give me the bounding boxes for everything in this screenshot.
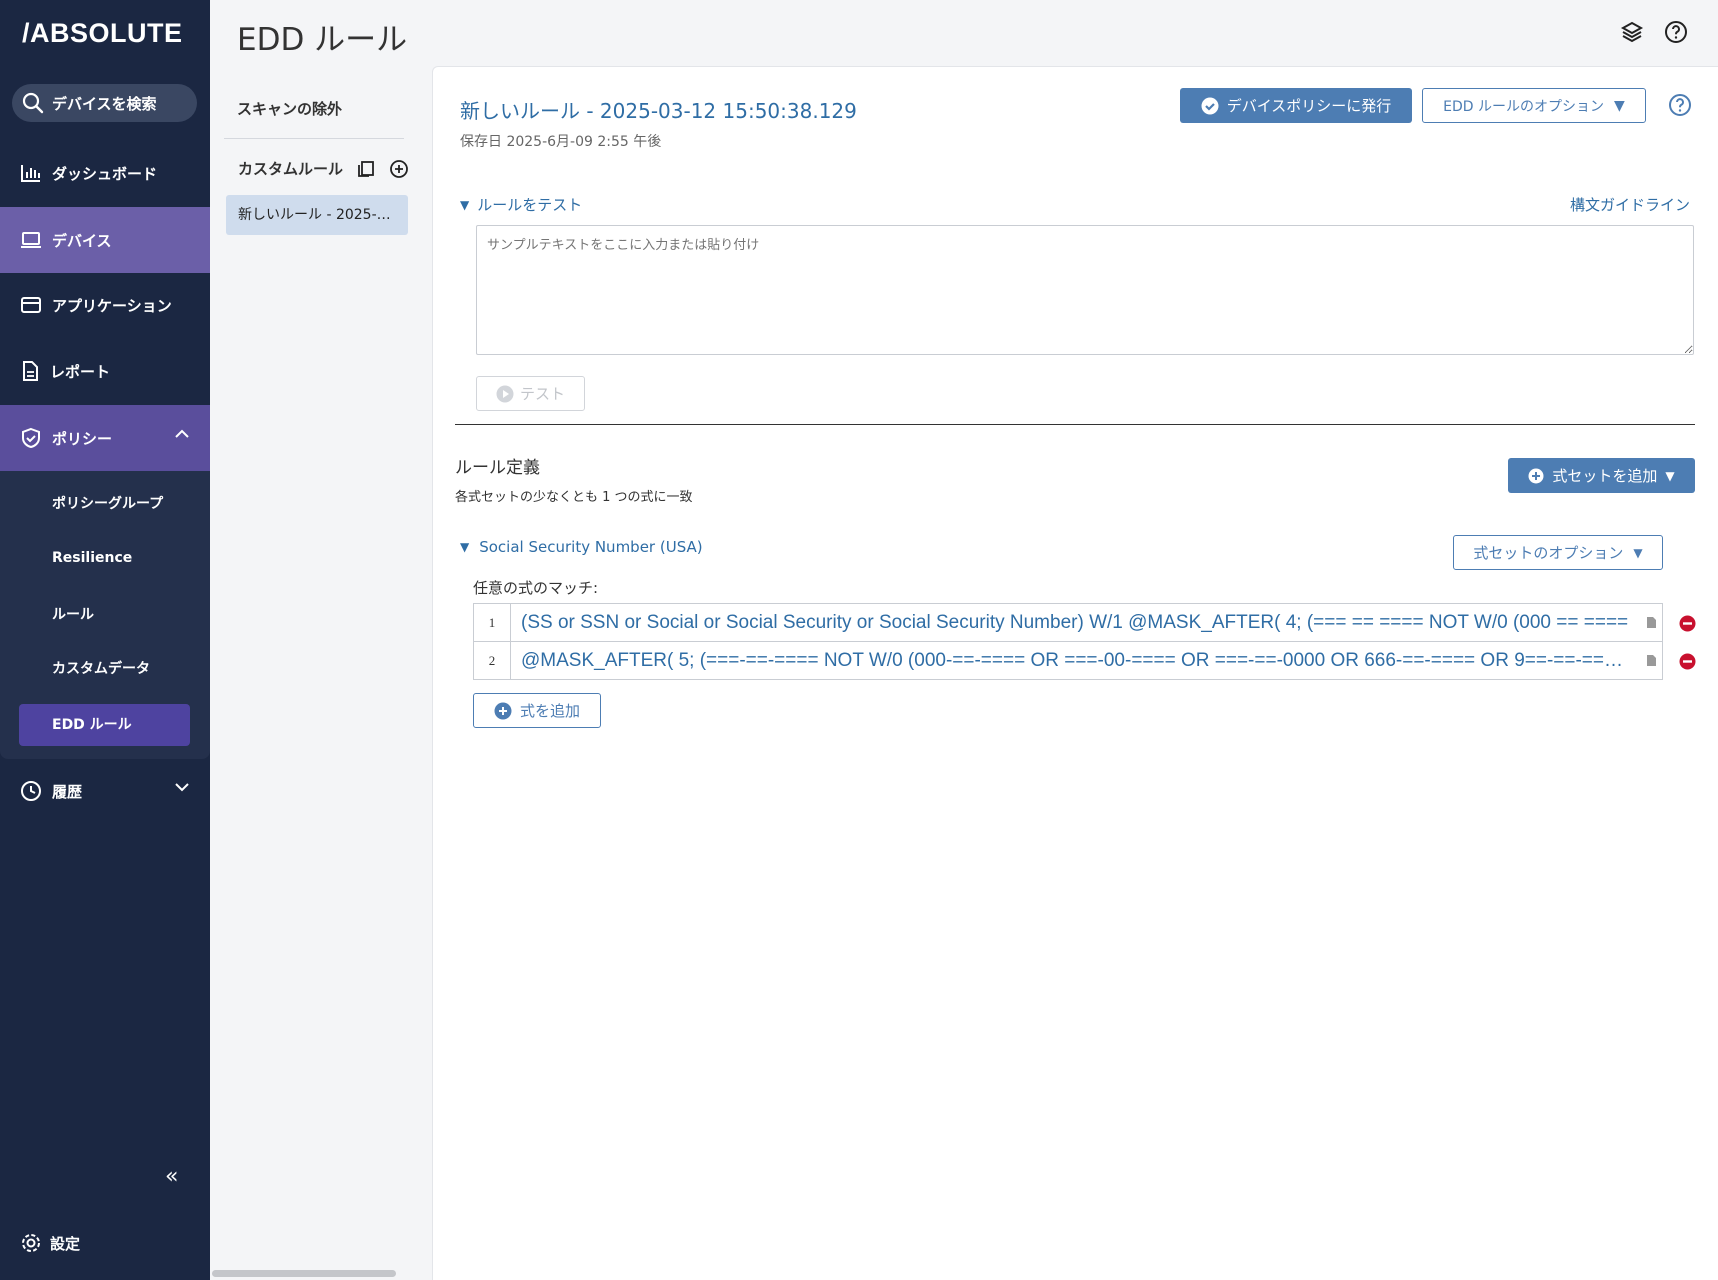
add-expression-button[interactable]: 式を追加 (473, 693, 601, 728)
expression-set-options-button[interactable]: 式セットのオプション ▼ (1453, 535, 1663, 570)
add-expression-label: 式を追加 (519, 702, 580, 720)
test-rule-label: ルールをテスト (477, 196, 583, 214)
nav-custom-data[interactable]: カスタムデータ (52, 658, 150, 678)
nav-reports-label: レポート (50, 362, 111, 381)
collapse-sidebar-icon[interactable]: « (165, 1164, 178, 1189)
rule-editor: 新しいルール - 2025-03-12 15:50:38.129 保存日 202… (432, 66, 1718, 1280)
nav-dashboard[interactable]: ダッシュボード (0, 140, 210, 206)
caret-down-icon: ▼ (460, 540, 470, 554)
test-button-label: テスト (519, 385, 565, 403)
scan-exclusions-link[interactable]: スキャンの除外 (237, 98, 342, 119)
chevron-up-icon[interactable] (174, 429, 190, 439)
saved-timestamp: 保存日 2025-6月-09 2:55 午後 (460, 134, 662, 150)
shield-check-icon (22, 427, 40, 449)
test-rule-toggle[interactable]: ▼ ルールをテスト (460, 194, 582, 215)
section-divider (455, 424, 1695, 425)
edd-rule-options-button[interactable]: EDD ルールのオプション ▼ (1422, 88, 1646, 123)
device-search[interactable]: デバイスを検索 (12, 84, 197, 122)
top-toolbar (1620, 20, 1688, 44)
nav-settings-label: 設定 (50, 1234, 81, 1253)
nav-rules[interactable]: ルール (52, 604, 94, 624)
report-document-icon (23, 361, 38, 381)
expression-number: 2 (474, 642, 511, 679)
edd-options-label: EDD ルールのオプション (1443, 98, 1605, 115)
match-any-label: 任意の式のマッチ: (473, 579, 599, 597)
rule-list-item-selected[interactable]: 新しいルール - 2025-… (226, 195, 408, 235)
chevron-down-icon[interactable] (174, 782, 190, 792)
set-options-label: 式セットのオプション (1473, 544, 1624, 562)
nav-policy-label: ポリシー (52, 429, 113, 448)
nav-dashboard-label: ダッシュボード (52, 164, 158, 183)
custom-rules-header: カスタムルール (238, 158, 409, 179)
document-icon[interactable] (1640, 604, 1662, 641)
sidebar: /ABSOLUTE デバイスを検索 ダッシュボード デバイス アプリケーション … (0, 0, 210, 1280)
gear-icon (22, 1234, 40, 1252)
document-icon[interactable] (1640, 642, 1662, 679)
add-expression-set-button[interactable]: 式セットを追加 ▼ (1508, 458, 1695, 493)
expression-set-name: Social Security Number (USA) (479, 538, 703, 556)
publish-to-device-policy-button[interactable]: デバイスポリシーに発行 (1180, 88, 1412, 123)
remove-expression-icon[interactable] (1679, 615, 1696, 632)
remove-expression-icon[interactable] (1679, 653, 1696, 670)
application-window-icon (21, 297, 41, 313)
nav-devices[interactable]: デバイス (0, 207, 210, 273)
expression-text[interactable]: @MASK_AFTER( 5; (===-==-==== NOT W/0 (00… (511, 642, 1640, 679)
caret-down-icon: ▼ (1614, 97, 1625, 114)
check-circle-icon (1201, 97, 1219, 114)
layers-icon[interactable] (1620, 20, 1644, 44)
nav-reports[interactable]: レポート (0, 338, 210, 404)
help-icon[interactable] (1668, 93, 1692, 117)
absolute-logo[interactable]: /ABSOLUTE (22, 18, 183, 49)
nav-edd-rules[interactable]: EDD ルール (19, 704, 190, 746)
rule-title: 新しいルール - 2025-03-12 15:50:38.129 (460, 99, 857, 123)
add-circle-icon (1528, 468, 1544, 483)
clock-icon (21, 781, 41, 801)
rule-definition-subtitle: 各式セットの少なくとも 1 つの式に一致 (455, 490, 693, 505)
expression-row[interactable]: 2 @MASK_AFTER( 5; (===-==-==== NOT W/0 (… (473, 641, 1663, 680)
nav-policy-groups[interactable]: ポリシーグループ (52, 493, 163, 513)
nav-policy[interactable]: ポリシー (0, 405, 210, 471)
add-circle-icon (494, 702, 512, 719)
nav-applications-label: アプリケーション (52, 296, 172, 315)
caret-down-icon: ▼ (460, 197, 470, 212)
nav-history-label: 履歴 (52, 782, 83, 801)
publish-label: デバイスポリシーに発行 (1226, 97, 1392, 115)
add-circle-icon[interactable] (389, 159, 409, 179)
policy-submenu: ポリシーグループ Resilience ルール カスタムデータ EDD ルール (0, 471, 210, 759)
expression-row[interactable]: 1 (SS or SSN or Social or Social Securit… (473, 603, 1663, 642)
rule-list-panel: スキャンの除外 カスタムルール 新しいルール - 2025-… (210, 66, 410, 1280)
sample-text-input[interactable] (476, 225, 1694, 355)
horizontal-scrollbar[interactable] (212, 1270, 396, 1277)
nav-history[interactable]: 履歴 (0, 758, 210, 824)
caret-down-icon: ▼ (1665, 468, 1675, 483)
test-button[interactable]: テスト (476, 376, 585, 411)
expression-text[interactable]: (SS or SSN or Social or Social Security … (511, 604, 1640, 641)
nav-settings[interactable]: 設定 (20, 1232, 80, 1254)
rule-definition-title: ルール定義 (455, 458, 540, 478)
caret-down-icon: ▼ (1633, 545, 1643, 560)
add-set-label: 式セットを追加 (1552, 467, 1658, 485)
search-label: デバイスを検索 (52, 94, 157, 113)
list-divider (224, 138, 404, 139)
nav-resilience[interactable]: Resilience (52, 550, 132, 566)
nav-applications[interactable]: アプリケーション (0, 272, 210, 338)
nav-devices-label: デバイス (52, 231, 112, 250)
expression-number: 1 (474, 604, 511, 641)
search-icon (22, 92, 44, 114)
expression-set-toggle[interactable]: ▼ Social Security Number (USA) (460, 538, 703, 556)
copy-icon[interactable] (357, 160, 375, 178)
page-title: EDD ルール (237, 22, 408, 58)
bar-chart-icon (21, 165, 40, 182)
custom-rules-label: カスタムルール (238, 160, 344, 178)
play-icon (496, 385, 514, 402)
syntax-guidelines-link[interactable]: 構文ガイドライン (1570, 194, 1690, 215)
laptop-icon (21, 232, 41, 248)
help-icon[interactable] (1664, 20, 1688, 44)
